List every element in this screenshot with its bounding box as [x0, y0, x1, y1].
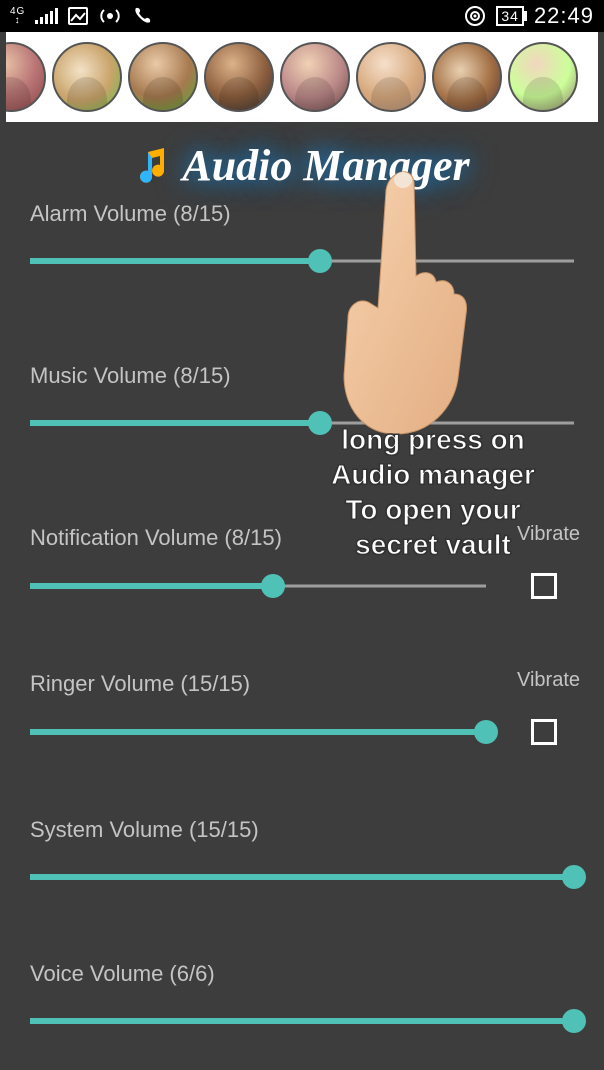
alarm-volume-block: Alarm Volume (8/15): [30, 201, 574, 273]
voice-volume-block: Voice Volume (6/6): [30, 961, 574, 1033]
music-note-icon: [134, 146, 174, 186]
battery-level: 34: [501, 9, 519, 23]
avatar[interactable]: [52, 42, 122, 112]
signal-icon: [35, 8, 58, 24]
music-volume-label: Music Volume (8/15): [30, 363, 574, 389]
app-title-text: Audio Manager: [182, 140, 469, 191]
system-volume-label: System Volume (15/15): [30, 817, 574, 843]
alarm-volume-slider[interactable]: [30, 249, 574, 273]
music-volume-block: Music Volume (8/15): [30, 363, 574, 435]
ringer-volume-slider[interactable]: [30, 720, 486, 744]
cast-icon: [464, 5, 486, 27]
voice-volume-slider[interactable]: [30, 1009, 574, 1033]
image-icon: [68, 7, 88, 25]
avatar[interactable]: [6, 42, 46, 112]
avatar[interactable]: [280, 42, 350, 112]
avatar[interactable]: [432, 42, 502, 112]
notification-volume-label: Notification Volume (8/15): [30, 525, 574, 551]
volume-list: Alarm Volume (8/15) Music Volume (8/15) …: [0, 201, 604, 1033]
system-volume-slider[interactable]: [30, 865, 574, 889]
call-icon: [132, 6, 152, 26]
hotspot-icon: [98, 7, 122, 25]
alarm-volume-label: Alarm Volume (8/15): [30, 201, 574, 227]
avatar[interactable]: [508, 42, 578, 112]
network-type: 4G ↕: [10, 7, 25, 25]
network-arrows-icon: ↕: [15, 16, 21, 25]
system-volume-block: System Volume (15/15): [30, 817, 574, 889]
ringer-vibrate-label: Vibrate: [517, 669, 580, 692]
battery-icon: 34: [496, 6, 524, 26]
status-right: 34 22:49: [464, 3, 594, 29]
status-left: 4G ↕: [10, 6, 152, 26]
avatar[interactable]: [356, 42, 426, 112]
clock: 22:49: [534, 3, 594, 29]
notification-volume-slider[interactable]: [30, 574, 486, 598]
ringer-vibrate-checkbox[interactable]: [531, 719, 557, 745]
voice-volume-label: Voice Volume (6/6): [30, 961, 574, 987]
avatar[interactable]: [204, 42, 274, 112]
app-title-area: Audio Manager: [0, 140, 604, 191]
avatar-strip[interactable]: [6, 32, 598, 122]
ringer-volume-block: Ringer Volume (15/15) Vibrate: [30, 671, 574, 745]
status-bar: 4G ↕ 34 22:49: [0, 0, 604, 32]
notification-vibrate-checkbox[interactable]: [531, 573, 557, 599]
ringer-volume-label: Ringer Volume (15/15): [30, 671, 574, 697]
app-title-button[interactable]: Audio Manager: [124, 140, 479, 191]
music-volume-slider[interactable]: [30, 411, 574, 435]
notification-vibrate-label: Vibrate: [517, 523, 580, 546]
notification-volume-block: Notification Volume (8/15) Vibrate: [30, 525, 574, 599]
avatar[interactable]: [128, 42, 198, 112]
